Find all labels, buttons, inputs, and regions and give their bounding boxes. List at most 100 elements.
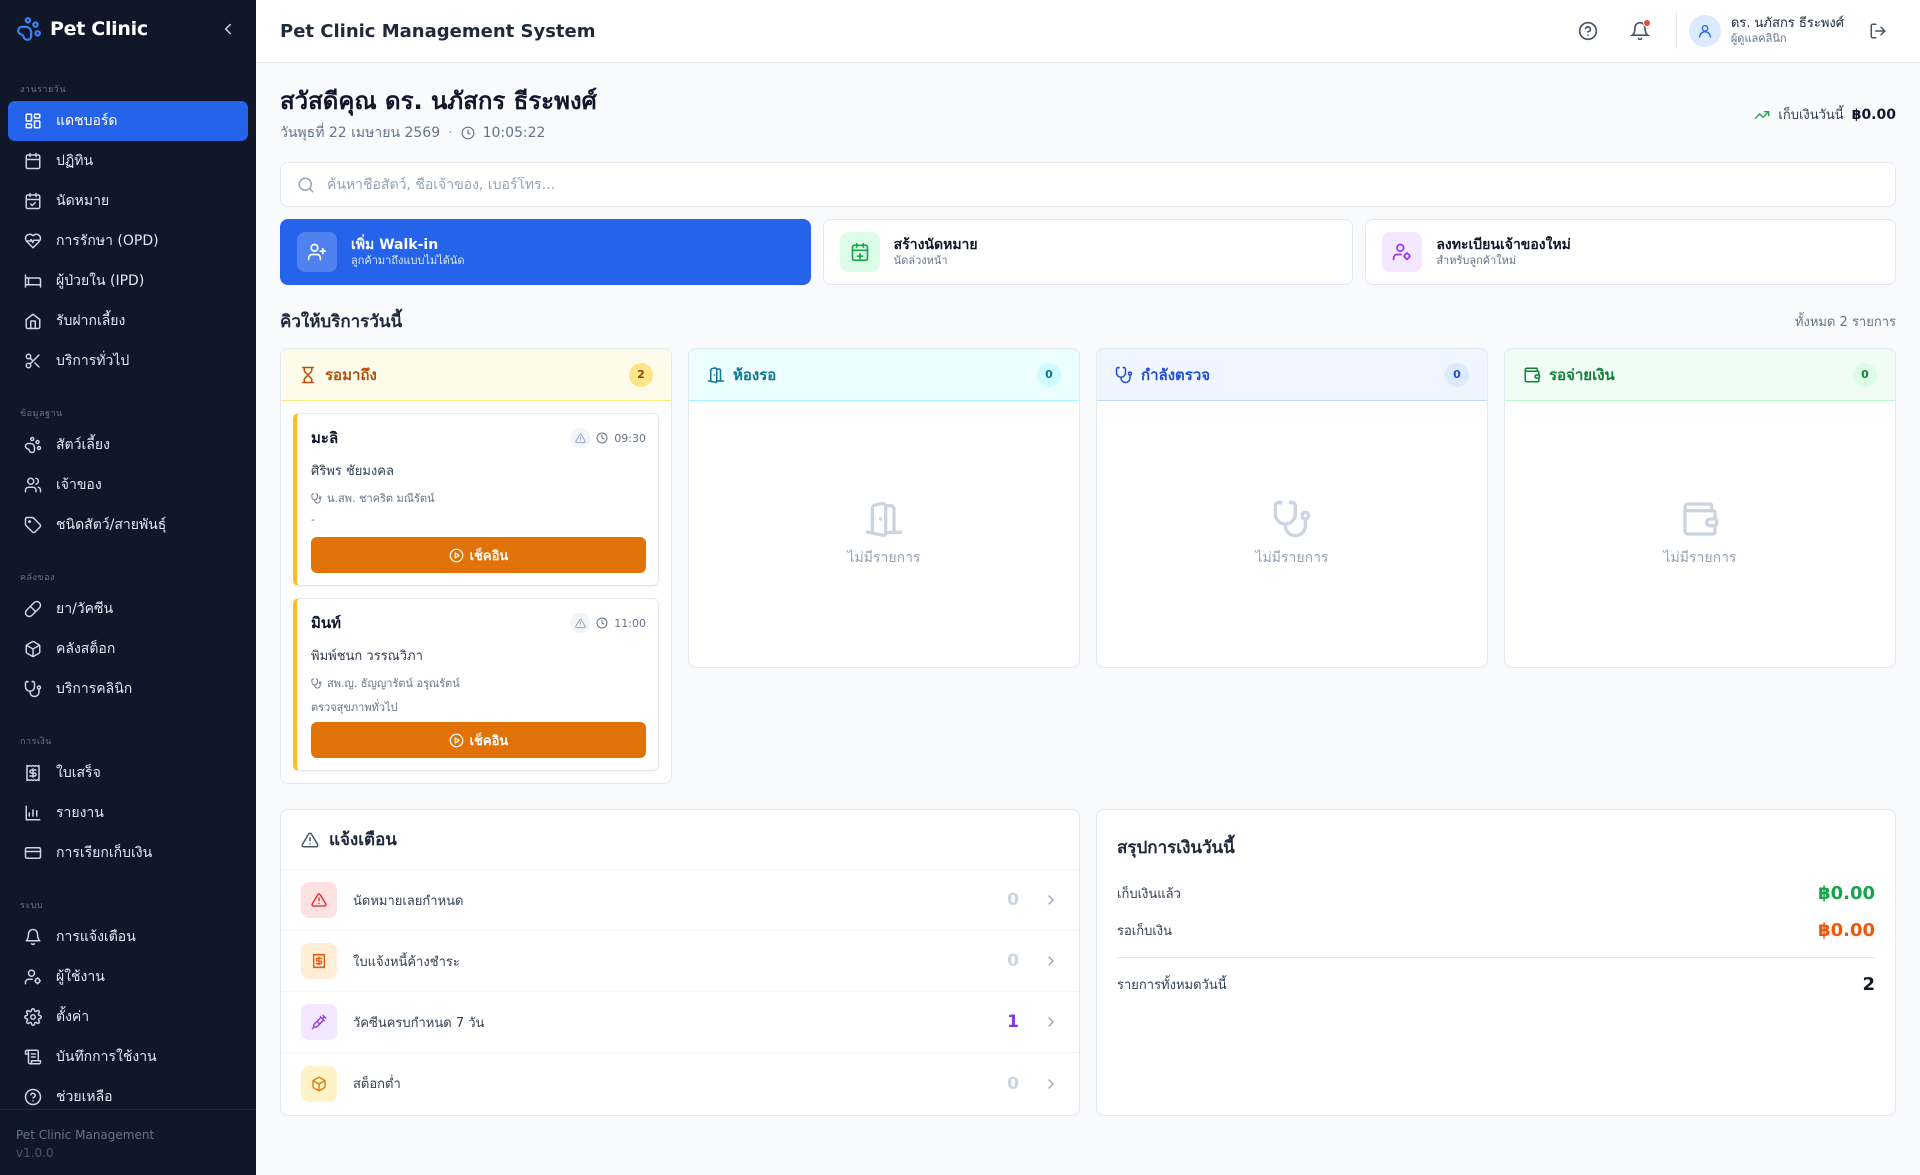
alert-icon-box	[301, 1004, 337, 1040]
queue-column-examining: กำลังตรวจ 0 ไม่มีรายการ	[1096, 348, 1488, 668]
current-date: วันพุธที่ 22 เมษายน 2569	[280, 125, 441, 141]
nav-item-label: บันทึกการใช้งาน	[56, 1049, 157, 1065]
wallet-icon	[1680, 499, 1720, 539]
nav-item-tag[interactable]: ชนิดสัตว์/สายพันธุ์	[8, 505, 248, 545]
checkin-label: เช็คอิน	[469, 733, 509, 749]
finance-collected-value: ฿0.00	[1818, 883, 1875, 904]
empty-text: ไม่มีรายการ	[847, 550, 921, 566]
finance-pending-row: รอเก็บเงิน ฿0.00	[1097, 920, 1895, 941]
nav-item-credit-card[interactable]: การเรียกเก็บเงิน	[8, 833, 248, 873]
pill-icon	[24, 600, 42, 618]
nav-item-pill[interactable]: ยา/วัคซีน	[8, 589, 248, 629]
nav-item-gear[interactable]: ตั้งค่า	[8, 997, 248, 1037]
checkin-button[interactable]: เช็คอิน	[311, 722, 646, 758]
checkin-button[interactable]: เช็คอิน	[311, 537, 646, 573]
nav-item-calendar[interactable]: ปฏิทิน	[8, 141, 248, 181]
stethoscope-icon	[311, 677, 322, 689]
finance-collected-row: เก็บเงินแล้ว ฿0.00	[1097, 883, 1895, 904]
alerts-panel: แจ้งเตือน นัดหมายเลยกำหนด 0 ใบแจ้งหนี้ค้าง…	[280, 809, 1080, 1116]
footer-app-name: Pet Clinic Management	[16, 1128, 155, 1142]
scroll-icon	[24, 1048, 42, 1066]
pet-name: มินท์	[311, 614, 342, 632]
create-appointment-button[interactable]: สร้างนัดหมาย นัดล่วงหน้า	[822, 219, 1354, 285]
nav-item-calendar-check[interactable]: นัดหมาย	[8, 181, 248, 221]
today-collected: เก็บเงินวันนี้ ฿0.00	[1754, 104, 1896, 125]
nav-item-stethoscope[interactable]: บริการคลินิก	[8, 669, 248, 709]
notifications-button[interactable]	[1622, 13, 1658, 49]
register-owner-button[interactable]: ลงทะเบียนเจ้าของใหม่ สำหรับลูกค้าใหม่	[1365, 219, 1897, 285]
logout-button[interactable]	[1860, 13, 1896, 49]
nav-item-bar-chart[interactable]: รายงาน	[8, 793, 248, 833]
nav-item-users[interactable]: เจ้าของ	[8, 465, 248, 505]
nav-item-scissors[interactable]: บริการทั่วไป	[8, 341, 248, 381]
nav-item-label: ผู้ป่วยใน (IPD)	[56, 273, 145, 289]
stethoscope-icon	[24, 680, 42, 698]
package-icon	[311, 1076, 327, 1092]
separator: ·	[448, 125, 453, 141]
brand-name: Pet Clinic	[50, 18, 148, 40]
nav-section-title: คลังของ	[20, 573, 55, 583]
alert-triangle-icon	[301, 831, 319, 849]
alert-row-unpaid-invoices[interactable]: ใบแจ้งหนี้ค้างชำระ 0	[281, 931, 1079, 992]
appointment-time: 09:30	[614, 431, 646, 445]
nav-item-heart-pulse[interactable]: การรักษา (OPD)	[8, 221, 248, 261]
queue-card[interactable]: มะลิ 09:30 ศิริพร ชัยมงคล น.สพ. ชาคริต มณีร…	[293, 413, 659, 586]
nav-item-receipt[interactable]: ใบเสร็จ	[8, 753, 248, 793]
package-icon	[24, 640, 42, 658]
syringe-icon	[311, 1014, 327, 1030]
empty-text: ไม่มีรายการ	[1663, 550, 1737, 566]
logout-icon	[1869, 22, 1887, 40]
nav-item-dashboard[interactable]: แดชบอร์ด	[8, 101, 248, 141]
nav-item-paw[interactable]: สัตว์เลี้ยง	[8, 425, 248, 465]
nav-item-scroll[interactable]: บันทึกการใช้งาน	[8, 1037, 248, 1077]
bottom-panels: แจ้งเตือน นัดหมายเลยกำหนด 0 ใบแจ้งหนี้ค้าง…	[280, 809, 1896, 1116]
appointment-time: 11:00	[614, 616, 646, 630]
queue-column-waiting-room: ห้องรอ 0 ไม่มีรายการ	[688, 348, 1080, 668]
alerts-title: แจ้งเตือน	[329, 830, 397, 850]
user-menu[interactable]: ดร. นภัสกร ธีระพงศ์ ผู้ดูแลคลินิก	[1688, 15, 1844, 47]
alert-row-low-stock[interactable]: สต็อกต่ำ 0	[281, 1053, 1079, 1114]
action-title: สร้างนัดหมาย	[893, 237, 978, 253]
nav-item-bell[interactable]: การแจ้งเตือน	[8, 917, 248, 957]
nav-item-bed[interactable]: ผู้ป่วยใน (IPD)	[8, 261, 248, 301]
trending-up-icon	[1754, 107, 1770, 123]
nav-item-label: รายงาน	[56, 805, 104, 821]
bell-icon	[24, 928, 42, 946]
door-icon	[707, 366, 725, 384]
alert-count: 1	[1007, 1012, 1019, 1032]
column-title: กำลังตรวจ	[1141, 365, 1211, 384]
queue-total: ทั้งหมด 2 รายการ	[1794, 314, 1896, 330]
user-role: ผู้ดูแลคลินิก	[1730, 32, 1787, 45]
queue-card[interactable]: มินท์ 11:00 พิมพ์ชนก วรรณวิภา สพ.ญ. ธัญญารั…	[293, 598, 659, 771]
column-body: ไม่มีรายการ	[1505, 401, 1895, 667]
help-button[interactable]	[1570, 13, 1606, 49]
avatar	[1688, 15, 1721, 47]
finance-total-label: รายการทั้งหมดวันนี้	[1117, 978, 1227, 993]
search-input[interactable]	[327, 176, 1879, 193]
add-walkin-button[interactable]: เพิ่ม Walk-in ลูกค้ามาถึงแบบไม่ได้นัด	[280, 219, 811, 285]
alert-label: นัดหมายเลยกำหนด	[353, 893, 464, 909]
bed-icon	[24, 272, 42, 290]
alert-count: 0	[1007, 951, 1019, 971]
stethoscope-icon	[311, 492, 322, 504]
alerts-header: แจ้งเตือน	[281, 810, 1079, 870]
nav-item-package[interactable]: คลังสต็อก	[8, 629, 248, 669]
tag-icon	[24, 516, 42, 534]
alert-icon-box	[301, 1065, 337, 1102]
empty-state: ไม่มีรายการ	[1109, 413, 1475, 655]
owner-name: พิมพ์ชนก วรรณวิภา	[311, 649, 423, 664]
nav-section-title: ข้อมูลฐาน	[20, 409, 63, 419]
queue-column-awaiting-payment: รอจ่ายเงิน 0 ไม่มีรายการ	[1504, 348, 1896, 668]
action-title: เพิ่ม Walk-in	[351, 237, 439, 253]
visit-note: ตรวจสุขภาพทั่วไป	[311, 701, 398, 714]
alert-row-vaccines-due[interactable]: วัคซีนครบกำหนด 7 วัน 1	[281, 992, 1079, 1053]
main-content: สวัสดีคุณ ดร. นภัสกร ธีระพงศ์ วันพุธที่ …	[280, 63, 1897, 1116]
alert-row-overdue-appointments[interactable]: นัดหมายเลยกำหนด 0	[281, 870, 1079, 931]
queue-column-awaiting: รอมาถึง 2 มะลิ 09:30 ศิริพร ชัยมงคล น.สพ. ชาค…	[280, 348, 672, 784]
nav-item-home[interactable]: รับฝากเลี้ยง	[8, 301, 248, 341]
action-subtitle: ลูกค้ามาถึงแบบไม่ได้นัด	[351, 254, 465, 267]
column-header: กำลังตรวจ 0	[1097, 349, 1487, 401]
search-bar[interactable]	[280, 162, 1896, 207]
nav-item-user-cog[interactable]: ผู้ใช้งาน	[8, 957, 248, 997]
collapse-sidebar-button[interactable]	[216, 17, 240, 41]
